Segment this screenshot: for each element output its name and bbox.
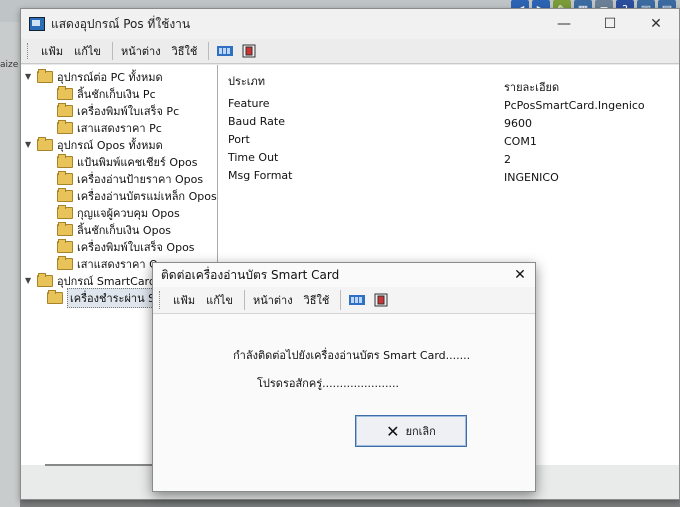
tile-windows-icon[interactable] bbox=[348, 293, 366, 307]
folder-icon bbox=[57, 119, 73, 134]
detail-value-port: COM1 bbox=[504, 135, 537, 148]
folder-icon bbox=[47, 289, 63, 304]
folder-icon bbox=[57, 255, 73, 270]
cancel-button-label: ยกเลิก bbox=[405, 425, 436, 438]
detail-name-baud-rate: Baud Rate bbox=[228, 115, 285, 128]
background-window-edge: aize bbox=[0, 22, 20, 507]
detail-value-time-out: 2 bbox=[504, 153, 511, 166]
close-button[interactable]: ✕ bbox=[633, 9, 679, 39]
folder-icon bbox=[57, 187, 73, 202]
close-x-icon: ✕ bbox=[386, 421, 400, 441]
menu-help[interactable]: วิธีใช้ bbox=[172, 42, 198, 60]
background-window-text: aize bbox=[0, 60, 19, 70]
details-header-detail: รายละเอียด bbox=[504, 81, 560, 94]
tree-node-msr-opos[interactable]: เครื่องอ่านบัตรแม่เหล็ก Opos bbox=[57, 187, 217, 204]
folder-icon bbox=[37, 68, 53, 83]
tree-node-label: อุปกรณ์ต่อ PC ทั้งหมด bbox=[57, 70, 163, 84]
tree-node-opos-devices[interactable]: ▼ อุปกรณ์ Opos ทั้งหมด bbox=[25, 136, 163, 153]
menu-separator bbox=[243, 290, 245, 310]
smartcard-connect-dialog: ติดต่อเครื่องอ่านบัตร Smart Card ✕ แฟ้ม … bbox=[152, 262, 536, 492]
folder-icon bbox=[57, 170, 73, 185]
dialog-title: ติดต่อเครื่องอ่านบัตร Smart Card bbox=[161, 267, 340, 282]
app-icon bbox=[29, 17, 45, 31]
folder-icon bbox=[57, 85, 73, 100]
details-name-column: ประเภท Feature Baud Rate Port Time Out M… bbox=[228, 73, 292, 185]
cascade-windows-icon[interactable] bbox=[372, 293, 390, 307]
tree-node-label: เสาแสดงราคา Pc bbox=[77, 121, 162, 135]
main-menubar: แฟ้ม แก้ไข หน้าต่าง วิธีใช้ bbox=[21, 39, 679, 64]
details-value-column: รายละเอียด PcPosSmartCard.Ingenico 9600 … bbox=[504, 79, 645, 187]
tree-node-pos-keyboard-opos[interactable]: แป้นพิมพ์แคชเชียร์ Opos bbox=[57, 153, 197, 170]
tree-node-label: เครื่องพิมพ์ใบเสร็จ Pc bbox=[77, 104, 180, 118]
tree-node-label: แป้นพิมพ์แคชเชียร์ Opos bbox=[77, 155, 198, 169]
tree-node-label: เครื่องอ่านป้ายราคา Opos bbox=[77, 172, 204, 186]
tree-node-receipt-printer-opos[interactable]: เครื่องพิมพ์ใบเสร็จ Opos bbox=[57, 238, 195, 255]
tree-node-cash-drawer-opos[interactable]: ลิ้นชักเก็บเงิน Opos bbox=[57, 221, 171, 238]
folder-icon bbox=[37, 136, 53, 151]
collapse-chevron-icon[interactable]: ▼ bbox=[25, 72, 35, 81]
dialog-message-wait: โปรดรอสักครู่...................... bbox=[257, 377, 400, 390]
menu-separator bbox=[340, 290, 342, 310]
tree-node-receipt-printer-pc[interactable]: เครื่องพิมพ์ใบเสร็จ Pc bbox=[57, 102, 179, 119]
collapse-chevron-icon[interactable]: ▼ bbox=[25, 276, 35, 285]
main-titlebar: แสดงอุปกรณ์ Pos ที่ใช้งาน — ☐ ✕ bbox=[21, 9, 679, 39]
toolbar-grip[interactable] bbox=[159, 291, 163, 309]
toolbar-grip[interactable] bbox=[27, 43, 31, 59]
folder-icon bbox=[57, 221, 73, 236]
window-title: แสดงอุปกรณ์ Pos ที่ใช้งาน bbox=[51, 16, 191, 31]
menu-window[interactable]: หน้าต่าง bbox=[253, 291, 293, 309]
detail-value-msg-format: INGENICO bbox=[504, 171, 559, 184]
minimize-button[interactable]: — bbox=[541, 9, 587, 39]
dialog-menubar: แฟ้ม แก้ไข หน้าต่าง วิธีใช้ bbox=[153, 287, 535, 314]
dialog-titlebar: ติดต่อเครื่องอ่านบัตร Smart Card ✕ bbox=[153, 263, 535, 287]
menu-edit[interactable]: แก้ไข bbox=[74, 42, 101, 60]
detail-value-feature: PcPosSmartCard.Ingenico bbox=[504, 99, 645, 112]
cascade-windows-icon[interactable] bbox=[240, 44, 258, 58]
folder-icon bbox=[57, 204, 73, 219]
tree-node-label: ลิ้นชักเก็บเงิน Pc bbox=[77, 87, 156, 101]
folder-icon bbox=[37, 272, 53, 287]
dialog-message-connecting: กำลังติดต่อไปยังเครื่องอ่านบัตร Smart Ca… bbox=[233, 349, 471, 362]
tree-node-cash-drawer-pc[interactable]: ลิ้นชักเก็บเงิน Pc bbox=[57, 85, 156, 102]
tree-node-label: กุญแจผู้ควบคุม Opos bbox=[77, 206, 180, 220]
collapse-chevron-icon[interactable]: ▼ bbox=[25, 140, 35, 149]
details-header-type: ประเภท bbox=[228, 75, 266, 88]
detail-name-port: Port bbox=[228, 133, 250, 146]
tree-node-label: อุปกรณ์ Opos ทั้งหมด bbox=[57, 138, 163, 152]
cancel-button[interactable]: ✕ ยกเลิก bbox=[355, 415, 467, 447]
menu-edit[interactable]: แก้ไข bbox=[206, 291, 233, 309]
tree-node-smartcard-devices[interactable]: ▼ อุปกรณ์ SmartCard bbox=[25, 272, 156, 289]
menu-separator bbox=[208, 42, 210, 60]
folder-icon bbox=[57, 102, 73, 117]
detail-name-time-out: Time Out bbox=[228, 151, 279, 164]
folder-icon bbox=[57, 153, 73, 168]
menu-separator bbox=[111, 42, 113, 60]
menu-help[interactable]: วิธีใช้ bbox=[304, 291, 330, 309]
detail-value-baud-rate: 9600 bbox=[504, 117, 532, 130]
tree-node-label: เครื่องพิมพ์ใบเสร็จ Opos bbox=[77, 240, 195, 254]
menu-file[interactable]: แฟ้ม bbox=[41, 42, 63, 60]
tree-node-scanner-opos[interactable]: เครื่องอ่านป้ายราคา Opos bbox=[57, 170, 203, 187]
tree-node-label: ลิ้นชักเก็บเงิน Opos bbox=[77, 223, 172, 237]
detail-name-msg-format: Msg Format bbox=[228, 169, 293, 182]
tree-node-keylock-opos[interactable]: กุญแจผู้ควบคุม Opos bbox=[57, 204, 180, 221]
detail-name-feature: Feature bbox=[228, 97, 270, 110]
folder-icon bbox=[57, 238, 73, 253]
maximize-button[interactable]: ☐ bbox=[587, 9, 633, 39]
dialog-close-button[interactable]: ✕ bbox=[505, 267, 535, 283]
tree-node-pc-devices[interactable]: ▼ อุปกรณ์ต่อ PC ทั้งหมด bbox=[25, 68, 163, 85]
tile-windows-icon[interactable] bbox=[216, 44, 234, 58]
tree-node-label: เครื่องอ่านบัตรแม่เหล็ก Opos bbox=[77, 189, 217, 203]
menu-window[interactable]: หน้าต่าง bbox=[121, 42, 161, 60]
tree-node-pole-display-pc[interactable]: เสาแสดงราคา Pc bbox=[57, 119, 162, 136]
menu-file[interactable]: แฟ้ม bbox=[173, 291, 195, 309]
